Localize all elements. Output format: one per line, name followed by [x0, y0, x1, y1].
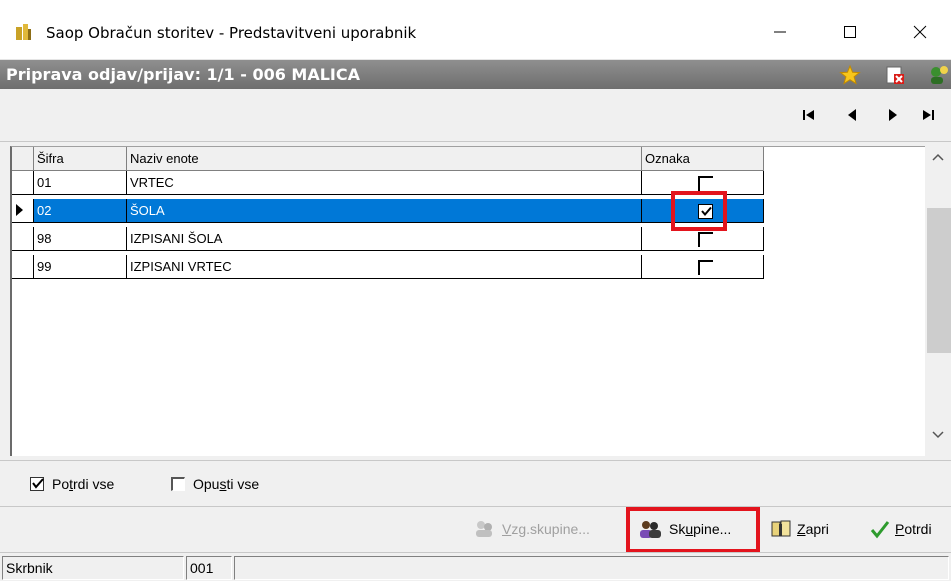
column-header-oznaka[interactable]: Oznaka [642, 147, 764, 171]
scrollbar-thumb[interactable] [927, 208, 951, 353]
window-title: Saop Obračun storitev - Predstavitveni u… [46, 24, 417, 42]
previous-record-icon[interactable] [843, 106, 863, 124]
minimize-icon [774, 31, 786, 33]
cell-sifra: 01 [34, 171, 127, 195]
row-indicator [12, 171, 34, 195]
document-delete-icon[interactable] [884, 64, 906, 86]
vzg-groups-button[interactable]: Vzg.skupine... [473, 515, 590, 543]
cell-naziv: VRTEC [127, 171, 642, 195]
next-record-icon[interactable] [882, 106, 902, 124]
confirm-all-checkbox[interactable]: Potrdi vse [30, 476, 114, 492]
groups-button-highlight-annotation [626, 507, 760, 553]
table-row-selected[interactable]: 02 ŠOLA [12, 199, 764, 223]
last-record-icon[interactable] [919, 106, 939, 124]
first-record-icon[interactable] [799, 106, 819, 124]
checkmark-icon [32, 478, 44, 489]
book-close-icon [771, 520, 791, 537]
form-title: Priprava odjav/prijav: 1/1 - 006 MALICA [6, 65, 360, 84]
close-icon [913, 25, 927, 39]
action-buttons-bar: Vzg.skupine... Skupine... Zapri Potrdi [0, 506, 951, 550]
app-icon [16, 24, 31, 40]
close-button[interactable]: Zapri [770, 515, 829, 543]
cell-naziv: IZPISANI ŠOLA [127, 227, 642, 251]
status-user-label: Skrbnik [2, 556, 184, 580]
grid-header-row: Šifra Naziv enote Oznaka [12, 147, 764, 171]
status-message [234, 556, 949, 580]
record-navigation-bar [0, 89, 951, 142]
cell-sifra: 02 [34, 199, 127, 223]
row-indicator-header [12, 147, 34, 171]
checkmark-icon [870, 521, 890, 539]
status-user-code: 001 [186, 556, 232, 580]
minimize-button[interactable] [757, 14, 803, 50]
oznaka-checkbox[interactable] [698, 260, 713, 275]
column-header-naziv[interactable]: Naziv enote [127, 147, 642, 171]
row-indicator [12, 199, 34, 223]
cell-sifra: 98 [34, 227, 127, 251]
title-bar: Saop Obračun storitev - Predstavitveni u… [0, 0, 951, 60]
maximize-icon [844, 26, 856, 38]
confirm-all-label: Potrdi vse [52, 476, 115, 492]
discard-all-label: Opusti vse [193, 476, 260, 492]
cell-naziv: ŠOLA [127, 199, 642, 223]
discard-all-checkbox[interactable]: Opusti vse [171, 476, 259, 492]
confirm-all-box[interactable] [30, 477, 44, 491]
close-window-button[interactable] [897, 14, 943, 50]
table-row[interactable]: 98 IZPISANI ŠOLA [12, 227, 764, 251]
cell-sifra: 99 [34, 255, 127, 279]
confirm-button[interactable]: Potrdi [870, 515, 932, 543]
current-row-arrow-icon [16, 204, 23, 216]
selection-options: Potrdi vse Opusti vse [0, 460, 951, 505]
units-grid[interactable]: Šifra Naziv enote Oznaka 01 VRTEC 02 ŠOL… [10, 146, 951, 456]
column-header-sifra[interactable]: Šifra [34, 147, 127, 171]
maximize-button[interactable] [827, 14, 873, 50]
table-row[interactable]: 01 VRTEC [12, 171, 764, 195]
groups-icon [476, 521, 492, 537]
form-header: Priprava odjav/prijav: 1/1 - 006 MALICA [0, 60, 951, 89]
status-bar: Skrbnik 001 [0, 552, 951, 581]
checkbox-highlight-annotation [671, 191, 727, 231]
row-indicator [12, 227, 34, 251]
user-help-icon[interactable] [927, 64, 949, 86]
scroll-up-icon[interactable] [931, 152, 945, 162]
star-icon[interactable] [839, 64, 861, 86]
row-indicator [12, 255, 34, 279]
oznaka-checkbox[interactable] [698, 232, 713, 247]
scroll-down-icon[interactable] [931, 430, 945, 440]
table-row[interactable]: 99 IZPISANI VRTEC [12, 255, 764, 279]
oznaka-checkbox[interactable] [698, 176, 713, 191]
discard-all-box[interactable] [171, 477, 185, 491]
cell-naziv: IZPISANI VRTEC [127, 255, 642, 279]
